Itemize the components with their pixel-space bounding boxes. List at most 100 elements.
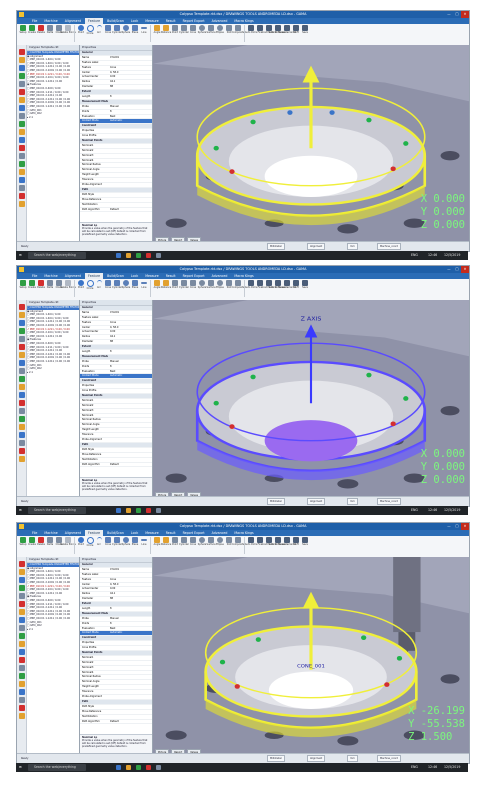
tool-icon[interactable]	[18, 89, 25, 95]
property-value[interactable]: Best	[108, 115, 152, 119]
property-value[interactable]	[108, 423, 152, 427]
taskbar-search[interactable]: Search the web/everything	[28, 252, 86, 259]
tool-icon[interactable]	[18, 368, 25, 374]
property-value[interactable]: 0, 58.0	[108, 326, 152, 330]
point-button[interactable]: Point	[77, 537, 85, 546]
property-row[interactable]: Path Algorithm Default	[80, 463, 152, 468]
tool-icon[interactable]	[18, 609, 25, 615]
sphere-button[interactable]: Sphere	[122, 280, 130, 289]
cone-button[interactable]: Cone	[104, 25, 112, 34]
composite-button[interactable]: Composite	[232, 280, 244, 289]
tool-icon[interactable]	[18, 713, 25, 719]
property-value[interactable]: Cone	[108, 66, 152, 70]
create-button[interactable]: Create	[28, 280, 36, 289]
minimize-button[interactable]: —	[445, 11, 453, 18]
status-coord[interactable]: Machine_coord	[377, 755, 401, 762]
menu-report-export[interactable]: Report Export	[180, 273, 208, 279]
property-value[interactable]: Automatic	[108, 119, 152, 123]
save-button[interactable]: Save	[301, 25, 309, 34]
cylinder-button[interactable]: Cylinder	[112, 280, 122, 289]
property-value[interactable]	[108, 389, 152, 393]
tool-icon[interactable]	[18, 705, 25, 711]
tool-icon[interactable]	[18, 697, 25, 703]
actual-sphere-button[interactable]: Sphere	[198, 537, 206, 546]
menu-alignment[interactable]: Alignment	[62, 273, 84, 279]
property-value[interactable]: Automatic	[108, 374, 152, 378]
shift-button[interactable]: Shift	[292, 537, 300, 546]
tool-icon[interactable]	[18, 145, 25, 151]
app-icon[interactable]	[116, 508, 121, 513]
point-button[interactable]: Point	[77, 280, 85, 289]
actual-point-button[interactable]: Point	[171, 280, 179, 289]
folder-icon[interactable]	[126, 508, 131, 513]
app-icon[interactable]	[136, 765, 141, 770]
surface-button[interactable]: Surface	[206, 537, 216, 546]
menu-feature[interactable]: Feature	[85, 18, 104, 24]
property-value[interactable]	[108, 685, 152, 689]
property-value[interactable]: Default	[108, 463, 152, 467]
property-value[interactable]: Cone	[108, 578, 152, 582]
property-value[interactable]: Manual	[108, 617, 152, 621]
tool-icon[interactable]	[18, 456, 25, 462]
menu-machine[interactable]: Machine	[41, 273, 60, 279]
composite-button[interactable]: Composite	[232, 537, 244, 546]
composite-button[interactable]: Composite	[232, 25, 244, 34]
property-value[interactable]	[108, 163, 152, 167]
menu-file[interactable]: File	[29, 530, 40, 536]
taskbar-search[interactable]: Search the web/everything	[28, 764, 86, 771]
status-mode[interactable]: Alignment	[307, 755, 326, 762]
app-icon[interactable]	[146, 765, 151, 770]
delete-points-button[interactable]: Delete Points	[60, 25, 76, 34]
arc-button[interactable]: Arc	[95, 537, 103, 546]
menu-lock[interactable]: Lock	[128, 18, 141, 24]
menu-file[interactable]: File	[29, 18, 40, 24]
property-value[interactable]	[108, 458, 152, 462]
app-icon[interactable]	[136, 508, 141, 513]
3d-viewport[interactable]: Model	[153, 300, 469, 497]
setup-button[interactable]: Setup	[19, 280, 27, 289]
property-value[interactable]	[108, 705, 152, 709]
tool-icon[interactable]	[18, 121, 25, 127]
tool-icon[interactable]	[18, 577, 25, 583]
ellipse-button[interactable]: Ellipse	[216, 25, 224, 34]
menu-advanced[interactable]: Advanced	[209, 273, 231, 279]
delta-button[interactable]: Delta	[46, 280, 54, 289]
property-value[interactable]	[108, 641, 152, 645]
tool-icon[interactable]	[18, 344, 25, 350]
property-value[interactable]	[108, 661, 152, 665]
tree-item[interactable]: ▸ 2.1	[27, 116, 79, 120]
menu-build-scan[interactable]: Build/Scan	[104, 273, 127, 279]
property-value[interactable]: 8	[108, 607, 152, 611]
menu-advanced[interactable]: Advanced	[209, 18, 231, 24]
auto-dims-button[interactable]: Auto Dims	[245, 25, 257, 34]
start-icon[interactable]: ⊞	[19, 506, 22, 515]
tool-icon[interactable]	[18, 657, 25, 663]
status-unit[interactable]: Millimeter	[267, 755, 285, 762]
tool-icon[interactable]	[18, 681, 25, 687]
property-value[interactable]	[108, 710, 152, 714]
property-value[interactable]: Default	[108, 720, 152, 724]
tool-icon[interactable]	[18, 49, 25, 55]
property-value[interactable]: 8	[108, 622, 152, 626]
property-value[interactable]	[108, 183, 152, 187]
menu-lock[interactable]: Lock	[128, 530, 141, 536]
actual-point-button[interactable]: Point	[171, 537, 179, 546]
tool-icon[interactable]	[18, 384, 25, 390]
property-value[interactable]	[108, 428, 152, 432]
ellipse-button[interactable]: Ellipse	[216, 280, 224, 289]
property-value[interactable]: 0, 58.0	[108, 71, 152, 75]
sphere-button[interactable]: Sphere	[122, 537, 130, 546]
property-value[interactable]: 0, 58.0	[108, 583, 152, 587]
property-value[interactable]	[108, 690, 152, 694]
tool-icon[interactable]	[18, 57, 25, 63]
folder-icon[interactable]	[126, 765, 131, 770]
actual-cone-button[interactable]: Cone	[189, 25, 197, 34]
property-value[interactable]: Manual	[108, 360, 152, 364]
property-value[interactable]	[108, 168, 152, 172]
save-button[interactable]: Save	[301, 537, 309, 546]
tool-icon[interactable]	[18, 113, 25, 119]
tool-icon[interactable]	[18, 169, 25, 175]
delta-button[interactable]: Delta	[46, 537, 54, 546]
setup-button[interactable]: Setup	[19, 537, 27, 546]
tool-icon[interactable]	[18, 432, 25, 438]
